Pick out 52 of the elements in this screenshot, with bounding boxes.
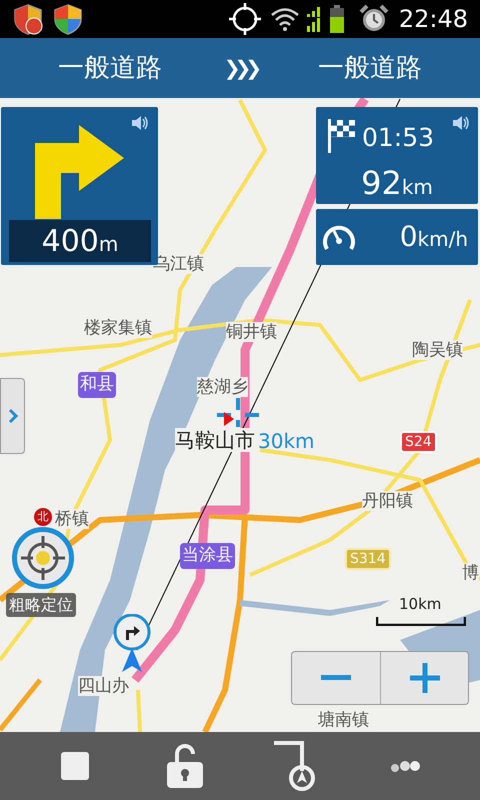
scale-label: 10km [399, 594, 442, 615]
map-label: 慈湖乡 [197, 377, 248, 397]
current-road: 一般道路 [57, 52, 163, 84]
map-label: 四山办 [78, 676, 129, 696]
crosshair-icon [21, 536, 65, 580]
map-label: 塘南镇 [318, 710, 369, 730]
checkered-flag-icon [328, 119, 356, 153]
map-label: 博 [462, 563, 479, 583]
wifi-icon [270, 6, 300, 32]
map-label: 丹阳镇 [362, 491, 413, 511]
map-label: S314 [345, 548, 391, 570]
speaker-icon [452, 115, 470, 131]
square-icon [61, 752, 89, 780]
map-label: 铜井镇 [226, 322, 277, 342]
turn-distance: 400 [42, 222, 99, 260]
plus-icon [410, 663, 440, 693]
position-marker-icon [112, 614, 152, 672]
current-speed: 0 [400, 219, 418, 255]
speedometer-icon [323, 223, 355, 251]
chevron-right-icon [8, 408, 18, 424]
map-label: 楼家集镇 [84, 318, 152, 338]
location-accuracy-label: 粗略定位 [6, 593, 76, 617]
cursor-distance: 30km [258, 428, 315, 455]
next-road: 一般道路 [317, 52, 423, 84]
minus-icon [321, 675, 351, 681]
map-label: 和县 [78, 372, 116, 398]
remaining-distance: 92 [361, 163, 402, 204]
turn-right-arrow-icon [35, 125, 125, 219]
map-label: 当涂县 [180, 543, 235, 568]
speaker-icon [131, 115, 149, 131]
battery-icon [328, 5, 345, 33]
clock-time: 22:48 [398, 4, 468, 35]
crosshair-icon [217, 398, 259, 427]
map-label: 陶吴镇 [412, 340, 463, 360]
shield-icon [12, 3, 44, 35]
alarm-clock-icon [358, 4, 389, 34]
remaining-time: 01:53 [362, 122, 434, 154]
expand-panel-button[interactable] [0, 378, 25, 454]
unlocked-padlock-icon [167, 744, 203, 788]
gps-icon [228, 2, 262, 36]
shield-icon [52, 3, 84, 35]
route-icon [272, 741, 318, 791]
map-label: 马鞍山市 [175, 428, 255, 452]
signal-icon [306, 6, 321, 32]
distance-unit: km [402, 174, 433, 201]
map-label: 桥镇 [55, 509, 89, 529]
pointer-triangle-icon [224, 412, 234, 426]
direction-arrows: ❯❯❯ [222, 55, 258, 82]
map-label: S24 [400, 431, 437, 453]
dots-icon [390, 759, 420, 773]
distance-unit: m [98, 231, 118, 258]
speed-unit: km/h [418, 226, 468, 253]
